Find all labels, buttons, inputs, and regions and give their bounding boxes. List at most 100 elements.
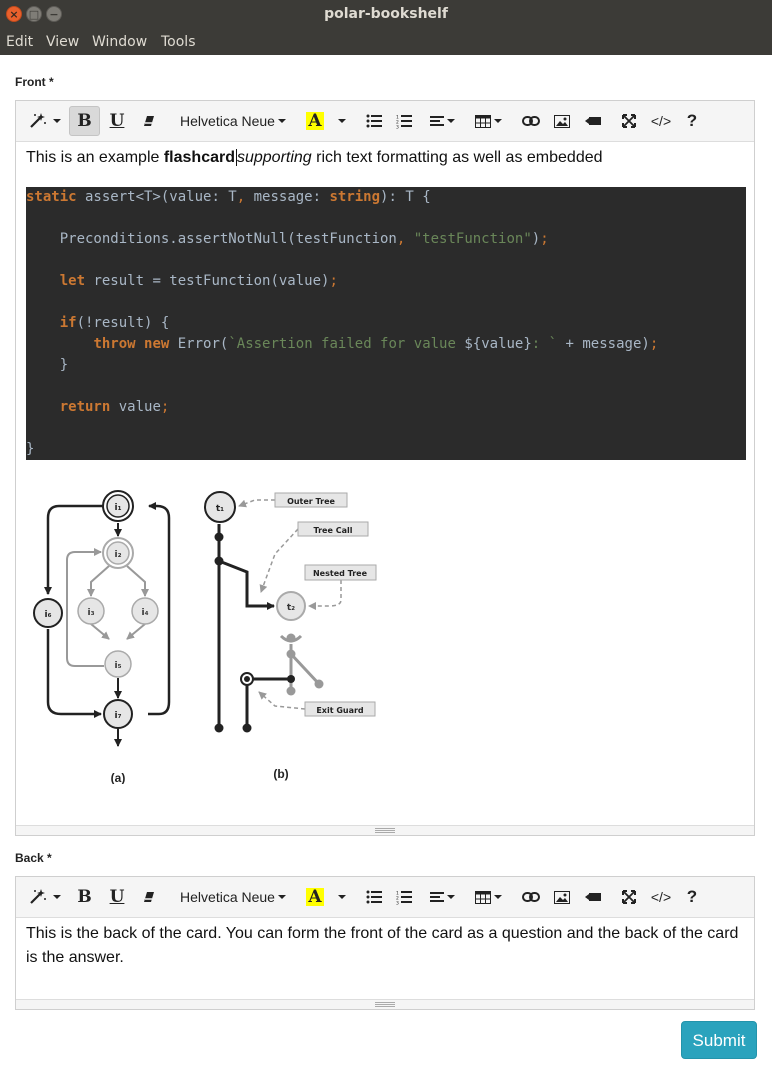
code-token: "testFunction" — [413, 231, 532, 247]
text-color-button[interactable]: A — [302, 106, 328, 136]
resize-grip-icon[interactable] — [375, 828, 395, 833]
code-line: static assert<T>(value: T, message: stri… — [26, 187, 431, 207]
align-icon[interactable] — [422, 106, 462, 136]
code-token: result = testFunction(value) — [85, 273, 330, 289]
font-family-select[interactable]: Helvetica Neue — [174, 882, 292, 912]
title-bar: polar-bookshelf × □ − — [0, 0, 772, 29]
front-text-italic: supporting — [236, 149, 312, 166]
code-block[interactable]: static assert<T>(value: T, message: stri… — [26, 187, 746, 460]
node-i3: i₃ — [87, 608, 94, 618]
code-token: : ` — [531, 336, 558, 352]
font-family-value: Helvetica Neue — [180, 113, 275, 129]
menu-edit[interactable]: Edit — [6, 29, 33, 55]
code-token: value — [110, 399, 161, 415]
code-view-button[interactable]: </> — [647, 882, 675, 912]
close-button[interactable]: × — [6, 6, 22, 22]
code-view-button[interactable]: </> — [647, 106, 675, 136]
node-i5: i₅ — [114, 661, 121, 671]
back-toolbar: B U Helvetica Neue A 123 </> ? — [16, 877, 754, 918]
node-i6: i₆ — [44, 610, 51, 620]
node-i2: i₂ — [114, 550, 121, 560]
callout-tree-call: Tree Call — [314, 526, 353, 535]
code-token: message: — [245, 189, 330, 205]
link-icon[interactable] — [518, 882, 544, 912]
node-t1: t₁ — [216, 504, 224, 514]
caption-b: (b) — [273, 767, 288, 781]
code-token: ${value} — [464, 336, 532, 352]
front-text[interactable]: This is an example flashcard supporting r… — [26, 146, 746, 170]
submit-button[interactable]: Submit — [681, 1021, 757, 1059]
code-token: ; — [160, 399, 170, 415]
magic-wand-icon[interactable] — [24, 882, 64, 912]
menu-window[interactable]: Window — [92, 29, 147, 55]
back-label: Back * — [15, 851, 52, 865]
node-i1: i₁ — [114, 503, 121, 513]
code-token: , — [236, 189, 246, 205]
code-token: ) — [531, 231, 541, 247]
align-icon[interactable] — [422, 882, 462, 912]
text-color-icon: A — [306, 887, 324, 907]
fullscreen-icon[interactable] — [616, 882, 642, 912]
help-button[interactable]: ? — [680, 882, 704, 912]
callout-nested-tree: Nested Tree — [313, 569, 368, 578]
ordered-list-icon[interactable]: 123 — [390, 882, 418, 912]
front-label: Front * — [15, 75, 54, 89]
fullscreen-icon[interactable] — [616, 106, 642, 136]
magic-wand-icon[interactable] — [24, 106, 64, 136]
minimize-button[interactable]: − — [46, 6, 62, 22]
resize-grip-icon[interactable] — [375, 1002, 395, 1007]
video-icon[interactable] — [580, 882, 606, 912]
code-line: if(!result) { — [26, 313, 170, 333]
front-text-bold: flashcard — [163, 149, 235, 166]
node-i4: i₄ — [141, 608, 148, 618]
eraser-icon[interactable] — [134, 882, 164, 912]
image-icon[interactable] — [549, 106, 575, 136]
underline-button[interactable]: U — [102, 882, 132, 912]
color-dropdown[interactable] — [332, 106, 348, 136]
table-icon[interactable] — [470, 882, 506, 912]
link-icon[interactable] — [518, 106, 544, 136]
underline-button[interactable]: U — [102, 106, 132, 136]
unordered-list-icon[interactable] — [360, 106, 388, 136]
code-line: } — [26, 439, 34, 459]
text-color-button[interactable]: A — [302, 882, 328, 912]
code-token: string — [329, 189, 381, 205]
code-token: ; — [329, 273, 338, 289]
code-token: if — [59, 315, 77, 331]
code-token: (!result) { — [76, 315, 170, 331]
table-icon[interactable] — [470, 106, 506, 136]
code-token: } — [26, 441, 35, 457]
back-text[interactable]: This is the back of the card. You can fo… — [26, 922, 748, 970]
window-title: polar-bookshelf — [324, 6, 448, 22]
image-icon[interactable] — [549, 882, 575, 912]
unordered-list-icon[interactable] — [360, 882, 388, 912]
menu-view[interactable]: View — [46, 29, 79, 55]
code-token: ; — [649, 336, 659, 352]
diagram-figure: i₁ i₂ i₃ i₄ i₅ i₆ i₇ (a) t₁ t₂ Outer Tre… — [33, 490, 377, 784]
code-token: static — [26, 189, 77, 205]
eraser-icon[interactable] — [134, 106, 164, 136]
maximize-button[interactable]: □ — [26, 6, 42, 22]
front-text-plain: This is an example — [26, 149, 164, 166]
back-resize-bar[interactable] — [16, 999, 754, 1009]
menu-tools[interactable]: Tools — [161, 29, 196, 55]
front-editor: B U Helvetica Neue A 123 </> ? This is a… — [15, 100, 755, 836]
node-t2: t₂ — [287, 603, 295, 613]
bold-button[interactable]: B — [69, 106, 100, 136]
ordered-list-icon[interactable]: 123 — [390, 106, 418, 136]
front-toolbar: B U Helvetica Neue A 123 </> ? — [16, 101, 754, 142]
callout-outer-tree: Outer Tree — [287, 497, 335, 506]
front-resize-bar[interactable] — [16, 825, 754, 835]
help-button[interactable]: ? — [680, 106, 704, 136]
color-dropdown[interactable] — [332, 882, 348, 912]
code-token: new — [144, 336, 170, 352]
bold-button[interactable]: B — [69, 882, 100, 912]
text-color-icon: A — [306, 111, 324, 131]
font-family-select[interactable]: Helvetica Neue — [174, 106, 292, 136]
video-icon[interactable] — [580, 106, 606, 136]
